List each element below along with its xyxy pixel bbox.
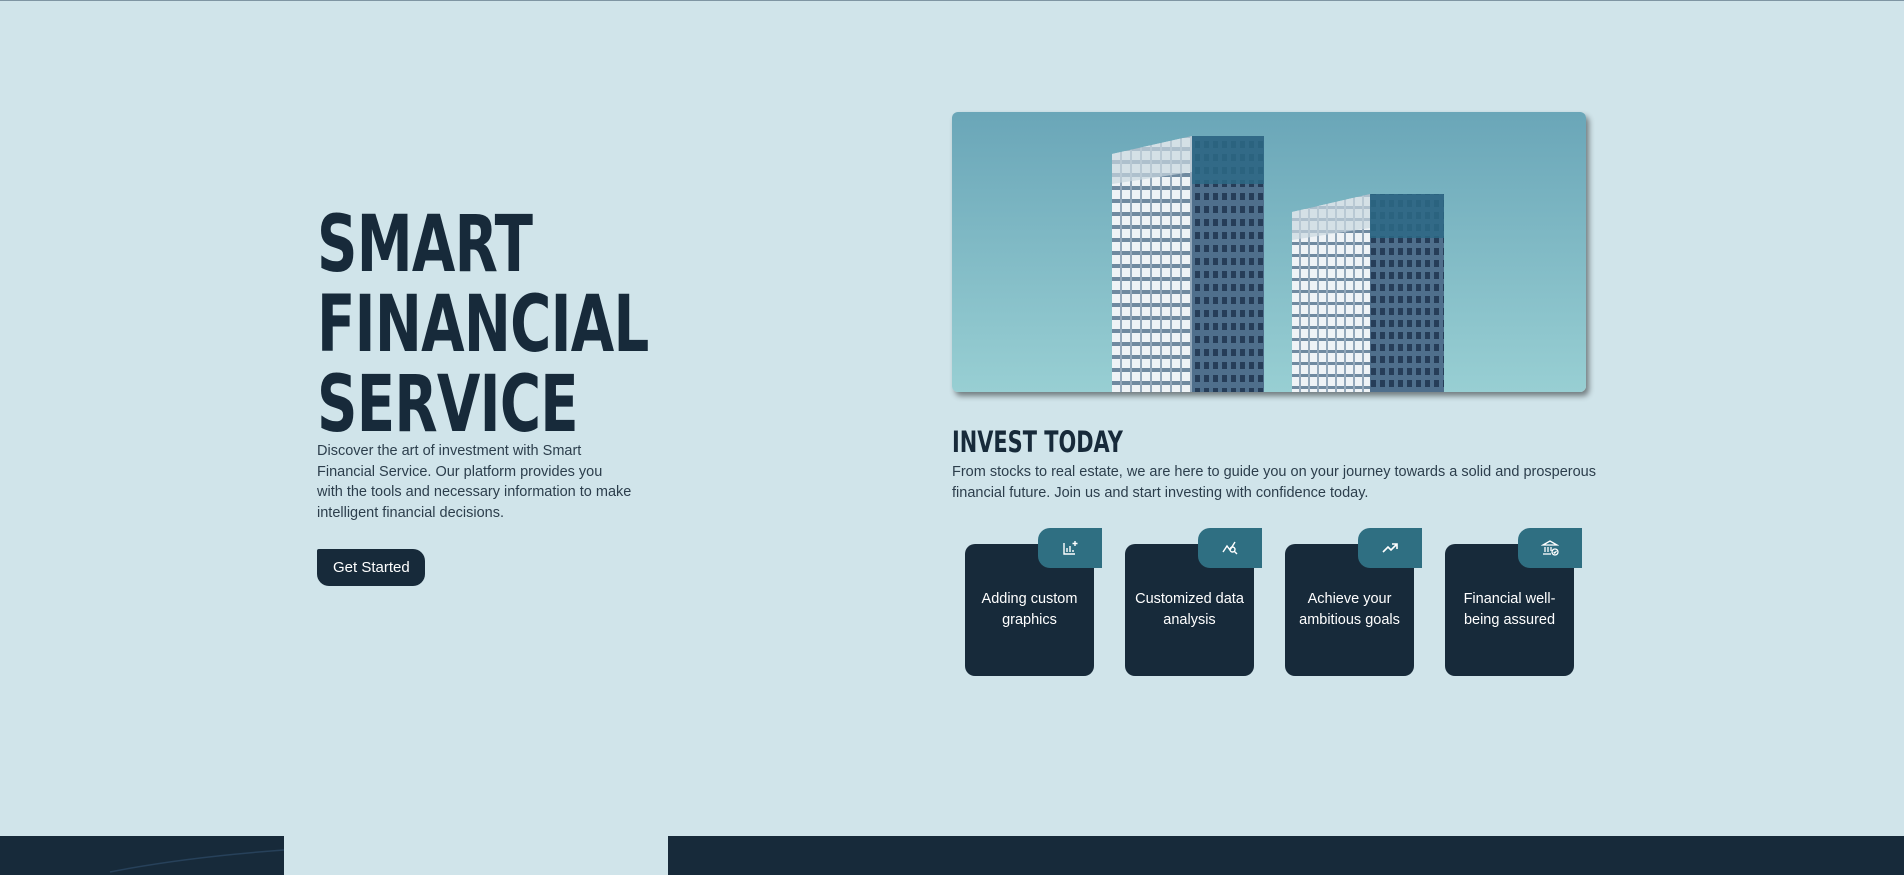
hero-section: SMART FINANCIAL SERVICE Discover the art…	[317, 200, 649, 586]
top-border	[0, 0, 1904, 1]
buildings-image	[952, 112, 1586, 392]
feature-label: Adding custom graphics	[981, 591, 1078, 628]
invest-description: From stocks to real estate, we are here …	[952, 464, 1596, 501]
get-started-button[interactable]: Get Started	[317, 549, 425, 586]
feature-card-custom-graphics[interactable]: Adding custom graphics	[965, 528, 1102, 676]
feature-label: Customized data analysis	[1135, 591, 1244, 628]
chart-search-icon	[1198, 528, 1262, 568]
hero-title-line-1: SMART	[317, 200, 533, 290]
hero-title: SMART FINANCIAL SERVICE	[317, 200, 649, 450]
feature-card-ambitious-goals[interactable]: Achieve your ambitious goals	[1285, 528, 1422, 676]
feature-label: Achieve your ambitious goals	[1299, 591, 1400, 628]
footer-right-block	[668, 836, 1904, 875]
feature-label: Financial well-being assured	[1463, 591, 1556, 628]
invest-title: INVEST TODAY	[952, 425, 1123, 459]
hero-title-line-2: FINANCIAL	[317, 280, 649, 370]
chart-add-icon	[1038, 528, 1102, 568]
hero-title-line-3: SERVICE	[317, 360, 579, 450]
trending-up-icon	[1358, 528, 1422, 568]
footer-left-block	[0, 836, 285, 875]
feature-card-financial-wellbeing[interactable]: Financial well-being assured	[1445, 528, 1582, 676]
feature-card-data-analysis[interactable]: Customized data analysis	[1125, 528, 1262, 676]
hero-description: Discover the art of investment with Smar…	[317, 443, 632, 521]
bank-check-icon	[1518, 528, 1582, 568]
